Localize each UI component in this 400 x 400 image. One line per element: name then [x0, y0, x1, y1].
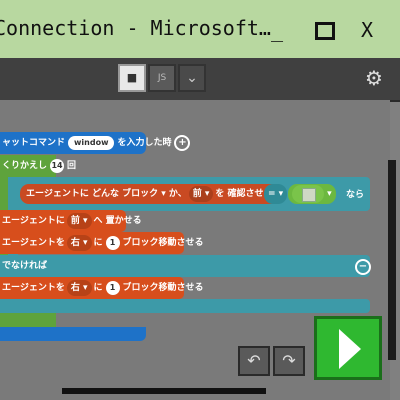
- move-ni: に: [93, 283, 103, 293]
- editor-toolbar: ■ JS ⌄: [0, 58, 400, 102]
- move-count[interactable]: 1: [105, 281, 120, 295]
- repeat-block[interactable]: くりかえし 14 回: [0, 155, 76, 177]
- block-icon: [292, 184, 324, 203]
- redo-button[interactable]: ↷: [273, 346, 305, 376]
- window-titlebar: Connection - Microsoft… _ X: [0, 0, 400, 60]
- horizontal-scrollbar[interactable]: [62, 388, 266, 394]
- direction-value: 前: [192, 189, 202, 199]
- move-suffix: ブロック移動させる: [122, 238, 204, 248]
- repeat-label: くりかえし: [2, 161, 48, 171]
- play-icon: [339, 329, 361, 369]
- move-label: エージェントを: [2, 238, 65, 248]
- repeat-suffix: 回: [67, 161, 77, 171]
- move-label: エージェントを: [2, 283, 65, 293]
- chat-command-block[interactable]: ャットコマンド window を入力した時 +: [0, 132, 191, 154]
- if-block-end: [0, 299, 370, 313]
- vertical-scrollbar[interactable]: [388, 160, 396, 360]
- move-direction-dropdown[interactable]: 右 ▾: [66, 235, 92, 251]
- blocks-mode-button[interactable]: ■: [118, 64, 146, 92]
- chat-command-block-end: [0, 327, 146, 341]
- place-suffix: へ 置かせる: [93, 216, 142, 226]
- chat-command-label: ャットコマンド: [2, 138, 66, 148]
- add-param-icon[interactable]: +: [174, 134, 191, 151]
- remove-else-icon[interactable]: −: [355, 259, 371, 275]
- puzzle-icon: ■: [126, 71, 138, 84]
- undo-icon: ↶: [247, 351, 261, 370]
- repeat-count[interactable]: 14: [50, 159, 65, 173]
- chat-command-value[interactable]: window: [68, 136, 115, 150]
- compare-operator[interactable]: = ▾: [264, 184, 288, 204]
- else-block[interactable]: でなければ −: [0, 255, 371, 277]
- repeat-block-end: [0, 313, 56, 327]
- place-direction-dropdown[interactable]: 前 ▾: [66, 213, 92, 229]
- block-picker[interactable]: ▾: [288, 184, 336, 204]
- move-count[interactable]: 1: [105, 236, 120, 250]
- language-dropdown-button[interactable]: ⌄: [178, 64, 206, 92]
- move-direction-dropdown[interactable]: 右 ▾: [66, 280, 92, 296]
- agent-move-block[interactable]: エージェントを右 ▾ に 1 ブロック移動させる: [0, 232, 204, 254]
- javascript-mode-button[interactable]: JS: [148, 64, 176, 92]
- equals-label: =: [268, 189, 276, 199]
- agent-move-block[interactable]: エージェントを右 ▾ に 1 ブロック移動させる: [0, 277, 204, 299]
- gear-icon[interactable]: ⚙: [365, 66, 383, 90]
- move-ni: に: [93, 238, 103, 248]
- place-direction-value: 前: [70, 216, 80, 226]
- inspect-ka: か、: [168, 189, 187, 199]
- undo-button[interactable]: ↶: [238, 346, 270, 376]
- direction-dropdown[interactable]: 前 ▾: [188, 186, 214, 202]
- place-label: エージェントに: [2, 216, 65, 226]
- redo-icon: ↷: [282, 351, 296, 370]
- window-title: Connection - Microsoft…: [0, 16, 271, 40]
- maximize-button[interactable]: [310, 16, 340, 44]
- maximize-icon: [315, 22, 335, 40]
- chevron-down-icon: ⌄: [186, 70, 198, 86]
- agent-inspect-block[interactable]: エージェントに どんな ブロック ▾ か、前 ▾ を 確認させる: [20, 184, 279, 204]
- then-label: なら: [346, 190, 365, 200]
- chevron-down-icon: ▾: [158, 189, 169, 199]
- move-suffix: ブロック移動させる: [122, 283, 204, 293]
- inspect-label: エージェントに どんな ブロック: [26, 189, 159, 199]
- close-button[interactable]: X: [352, 16, 382, 44]
- agent-place-block[interactable]: エージェントに前 ▾ へ 置かせる: [0, 210, 142, 232]
- minimize-button[interactable]: _: [262, 16, 292, 44]
- chat-command-suffix: を入力した時: [117, 138, 172, 148]
- else-label: でなければ: [2, 261, 48, 271]
- run-button[interactable]: [314, 316, 382, 380]
- move-direction-value: 右: [70, 238, 80, 248]
- move-direction-value: 右: [70, 283, 80, 293]
